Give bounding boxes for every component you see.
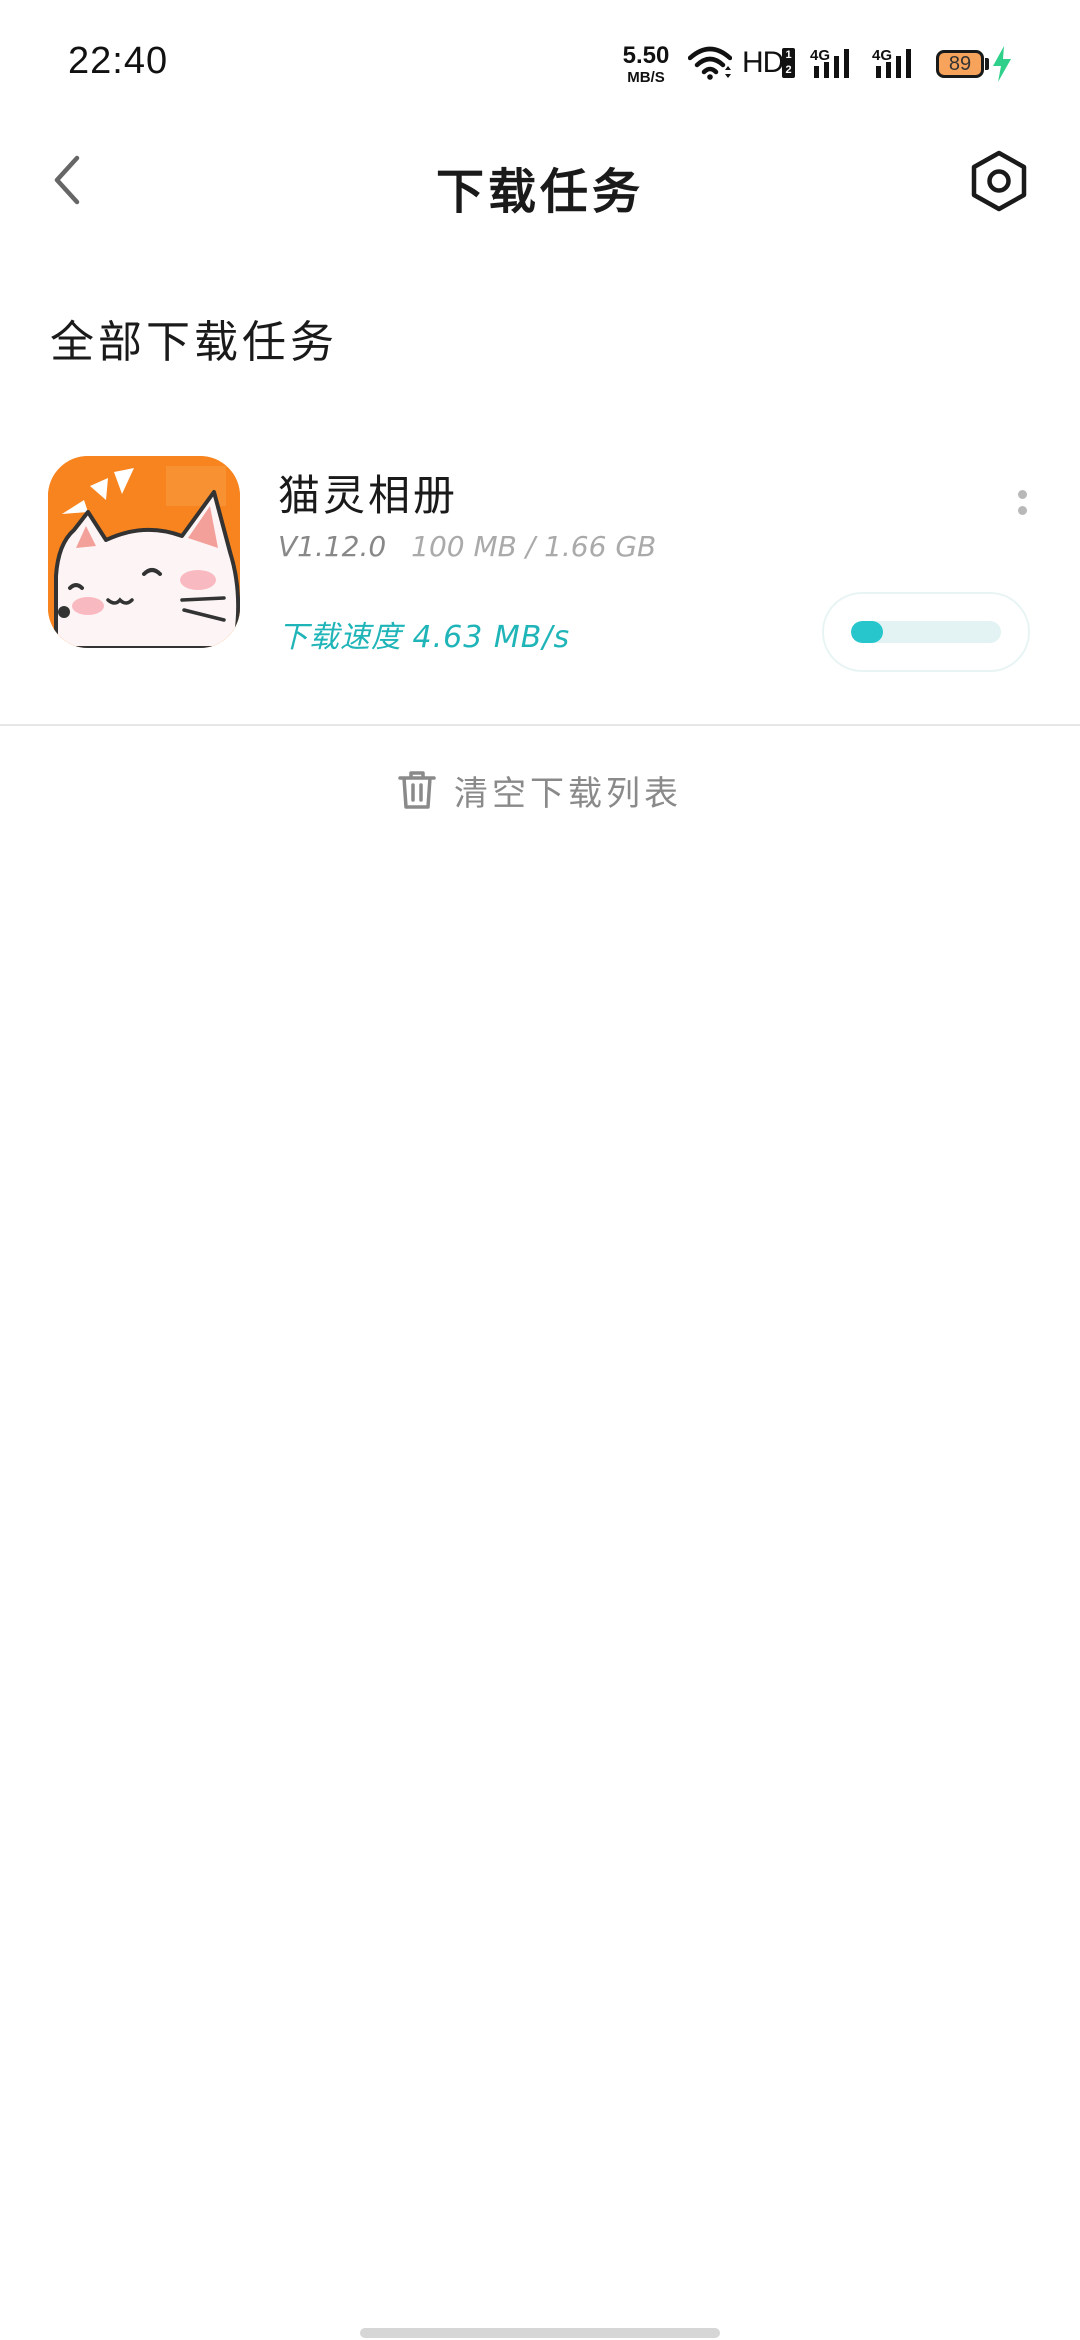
progress-fill — [851, 621, 883, 643]
section-title: 全部下载任务 — [50, 317, 338, 368]
progress-track — [851, 621, 1001, 643]
app-meta: V1.12.0 100 MB / 1.66 GB — [278, 530, 656, 563]
app-version: V1.12.0 — [278, 530, 387, 563]
more-options-button[interactable] — [1004, 472, 1040, 532]
trash-icon — [398, 771, 436, 809]
charging-bolt-icon — [993, 46, 1011, 82]
settings-button[interactable] — [964, 146, 1034, 216]
signal-1-label: 4G — [810, 47, 830, 64]
signal-2-label: 4G — [872, 47, 892, 64]
battery-icon: 89 — [936, 50, 984, 78]
download-progress-button[interactable] — [822, 592, 1030, 672]
more-vertical-icon — [1017, 489, 1027, 499]
status-time: 22:40 — [68, 40, 169, 82]
network-speed-value: 5.50 — [622, 42, 670, 69]
clear-download-list-label: 清空下载列表 — [454, 773, 682, 814]
page-title: 下载任务 — [435, 164, 644, 220]
hd-voice-label: HD — [742, 46, 784, 79]
download-progress-text: 100 MB / 1.66 GB — [411, 530, 657, 563]
download-item[interactable]: 猫灵相册 V1.12.0 100 MB / 1.66 GB 下载速度 4.63 … — [0, 440, 1080, 680]
hexagon-gear-icon — [971, 150, 1027, 212]
network-speed: 5.50 MB/S — [618, 42, 674, 86]
cat-app-icon — [48, 456, 240, 648]
divider — [0, 724, 1080, 726]
download-speed: 下载速度 4.63 MB/s — [278, 620, 571, 655]
status-bar: 22:40 5.50 MB/S HD 1 2 4G 4G 89 — [0, 0, 1080, 130]
network-speed-unit: MB/S — [627, 69, 665, 86]
app-name: 猫灵相册 — [278, 471, 459, 520]
top-app-bar: 下载任务 — [0, 130, 1080, 230]
signal-icon: 4G — [810, 47, 849, 78]
hd-sim-indicator: 1 2 — [782, 48, 795, 78]
clear-download-list-button[interactable]: 清空下载列表 — [0, 762, 1080, 818]
signal-icon: 4G — [872, 47, 911, 78]
more-vertical-icon — [1017, 505, 1027, 515]
home-indicator[interactable] — [360, 2328, 720, 2338]
wifi-icon — [688, 46, 732, 80]
battery-tip — [985, 58, 989, 70]
